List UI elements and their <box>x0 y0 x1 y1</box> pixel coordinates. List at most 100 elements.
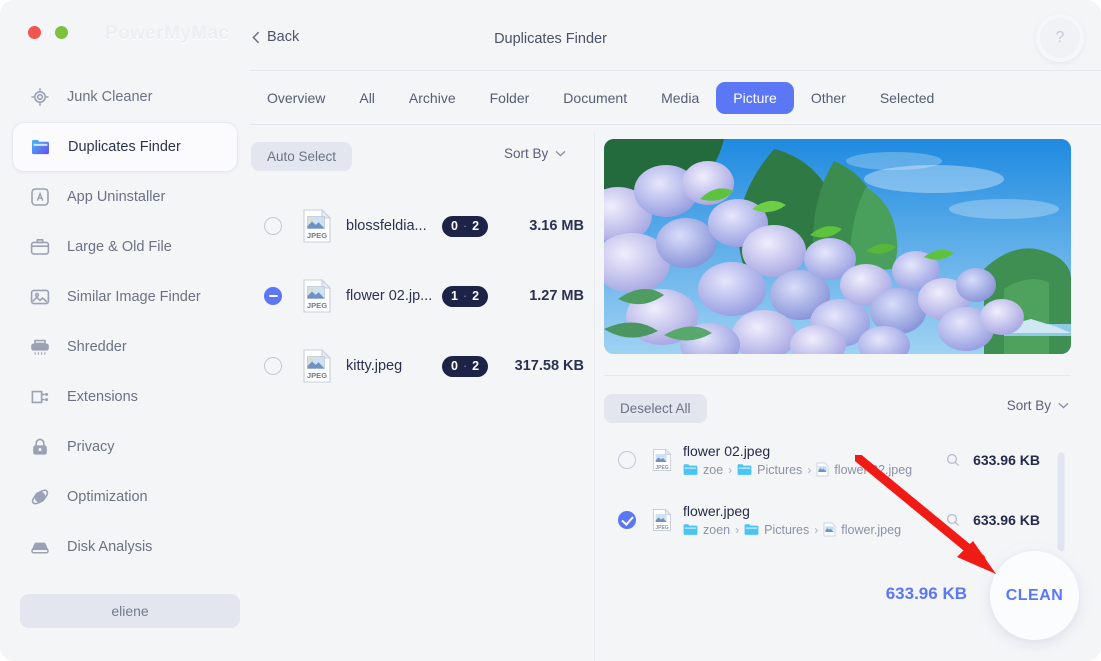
duplicates-finder-icon <box>29 135 53 159</box>
privacy-icon <box>28 435 52 459</box>
row-checkbox[interactable] <box>264 357 282 375</box>
auto-select-button[interactable]: Auto Select <box>251 142 353 171</box>
sidebar-item-app-uninstaller[interactable]: App Uninstaller <box>12 172 238 222</box>
tabs-divider <box>250 124 1101 125</box>
clean-button[interactable]: CLEAN <box>990 551 1079 640</box>
sidebar-item-label: Similar Image Finder <box>67 289 201 305</box>
breadcrumb-item[interactable]: flower 02.jpeg <box>834 463 912 477</box>
sidebar-item-optimization[interactable]: Optimization <box>12 472 238 522</box>
sidebar-item-label: Duplicates Finder <box>68 139 181 155</box>
search-icon[interactable] <box>946 453 960 467</box>
total-count: 2 <box>472 359 480 373</box>
disk-analysis-icon <box>28 535 52 559</box>
list-item[interactable]: JPEG flower 02.jpeg zoe › Pictures › flo… <box>618 437 1058 483</box>
sidebar: PowerMyMac Junk Cleaner Duplicates Finde… <box>0 0 250 661</box>
duplicate-count-badge: 0 · 2 <box>442 355 489 377</box>
badge-separator: · <box>462 219 468 233</box>
detail-text-block: flower.jpeg zoen › Pictures › flower.jpe… <box>683 503 901 537</box>
jpeg-file-icon: JPEG <box>652 448 672 472</box>
breadcrumb-separator: › <box>807 462 812 477</box>
total-count: 2 <box>472 289 480 303</box>
tab-media[interactable]: Media <box>644 82 716 114</box>
deselect-all-button[interactable]: Deselect All <box>604 394 707 423</box>
jpeg-file-icon: JPEG <box>652 508 672 532</box>
extensions-icon <box>28 385 52 409</box>
category-tabs: Overview All Archive Folder Document Med… <box>250 81 1101 115</box>
user-account-button[interactable]: eliene <box>20 594 240 628</box>
similar-image-finder-icon <box>28 285 52 309</box>
jpeg-file-icon <box>816 462 829 477</box>
row-checkbox[interactable] <box>264 217 282 235</box>
svg-text:JPEG: JPEG <box>655 525 668 531</box>
right-sort-by-dropdown[interactable]: Sort By <box>1007 398 1069 413</box>
sidebar-item-label: Junk Cleaner <box>67 89 153 105</box>
duplicates-list-panel: Auto Select Sort By JPEG blossfeldia... <box>250 131 594 661</box>
table-row[interactable]: JPEG flower 02.jp... 1 · 2 1.27 MB <box>264 269 584 323</box>
large-old-file-icon <box>28 235 52 259</box>
file-size: 317.58 KB <box>514 358 584 374</box>
left-sort-by-label: Sort By <box>504 146 549 161</box>
row-checkbox[interactable] <box>264 287 282 305</box>
sidebar-item-similar-image-finder[interactable]: Similar Image Finder <box>12 272 238 322</box>
sidebar-item-label: Privacy <box>67 439 115 455</box>
breadcrumb-item[interactable]: Pictures <box>764 523 809 537</box>
sidebar-item-label: Extensions <box>67 389 138 405</box>
tab-picture[interactable]: Picture <box>716 82 794 114</box>
search-icon[interactable] <box>946 513 960 527</box>
sidebar-item-junk-cleaner[interactable]: Junk Cleaner <box>12 72 238 122</box>
svg-text:JPEG: JPEG <box>307 231 327 240</box>
total-count: 2 <box>472 219 480 233</box>
jpeg-file-icon <box>823 522 836 537</box>
breadcrumb-item[interactable]: zoe <box>703 463 723 477</box>
sidebar-item-label: Large & Old File <box>67 239 172 255</box>
left-sort-by-dropdown[interactable]: Sort By <box>504 146 566 161</box>
tab-folder[interactable]: Folder <box>473 82 547 114</box>
sidebar-item-duplicates-finder[interactable]: Duplicates Finder <box>12 122 238 172</box>
tab-overview[interactable]: Overview <box>250 82 342 114</box>
file-size: 3.16 MB <box>529 218 584 234</box>
detail-list-scrollbar[interactable] <box>1057 452 1065 552</box>
list-item[interactable]: JPEG flower.jpeg zoen › Pictures › flowe… <box>618 497 1058 543</box>
sidebar-item-disk-analysis[interactable]: Disk Analysis <box>12 522 238 572</box>
detail-row-checkbox[interactable] <box>618 511 636 529</box>
table-row[interactable]: JPEG blossfeldia... 0 · 2 3.16 MB <box>264 199 584 253</box>
breadcrumb-item[interactable]: flower.jpeg <box>841 523 901 537</box>
table-row[interactable]: JPEG kitty.jpeg 0 · 2 317.58 KB <box>264 339 584 393</box>
folder-icon <box>737 464 752 475</box>
breadcrumb-item[interactable]: zoen <box>703 523 730 537</box>
tab-document[interactable]: Document <box>546 82 644 114</box>
breadcrumb-separator: › <box>728 462 733 477</box>
sidebar-item-label: Optimization <box>67 489 148 505</box>
clean-label: CLEAN <box>1005 586 1064 604</box>
sidebar-item-extensions[interactable]: Extensions <box>12 372 238 422</box>
auto-select-label: Auto Select <box>267 149 337 164</box>
image-preview <box>604 139 1071 354</box>
detail-row-checkbox[interactable] <box>618 451 636 469</box>
jpeg-file-icon: JPEG <box>302 278 332 314</box>
selected-count: 0 <box>451 219 458 233</box>
chevron-down-icon <box>1058 402 1069 409</box>
tab-selected[interactable]: Selected <box>863 82 951 114</box>
svg-text:JPEG: JPEG <box>307 301 327 310</box>
detail-text-block: flower 02.jpeg zoe › Pictures › flower 0… <box>683 443 912 477</box>
junk-cleaner-icon <box>28 85 52 109</box>
detail-file-size: 633.96 KB <box>973 512 1040 528</box>
optimization-icon <box>28 485 52 509</box>
sidebar-item-privacy[interactable]: Privacy <box>12 422 238 472</box>
sidebar-item-shredder[interactable]: Shredder <box>12 322 238 372</box>
sidebar-item-large-old-file[interactable]: Large & Old File <box>12 222 238 272</box>
breadcrumb-separator: › <box>735 522 740 537</box>
file-name: kitty.jpeg <box>346 358 403 374</box>
breadcrumb: zoe › Pictures › flower 02.jpeg <box>683 462 912 477</box>
detail-file-name: flower.jpeg <box>683 503 750 519</box>
tab-all[interactable]: All <box>342 82 392 114</box>
tab-other[interactable]: Other <box>794 82 863 114</box>
breadcrumb-item[interactable]: Pictures <box>757 463 802 477</box>
user-account-label: eliene <box>111 603 149 619</box>
duplicate-count-badge: 1 · 2 <box>442 285 489 307</box>
breadcrumb: zoen › Pictures › flower.jpeg <box>683 522 901 537</box>
help-button[interactable]: ? <box>1036 14 1084 62</box>
tab-archive[interactable]: Archive <box>392 82 473 114</box>
folder-icon <box>683 524 698 535</box>
chevron-down-icon <box>555 150 566 157</box>
